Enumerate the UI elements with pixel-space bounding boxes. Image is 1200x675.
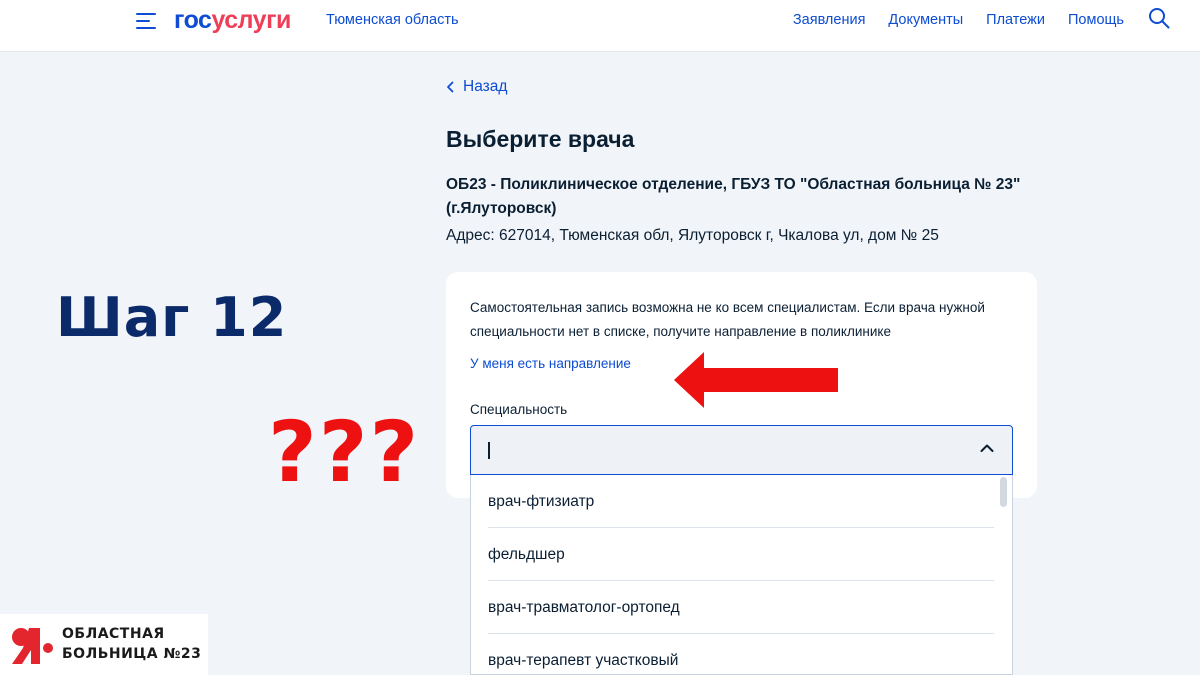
back-link[interactable]: Назад [446,78,507,96]
step-caption: Шаг 12 [56,286,288,349]
nav-item-help[interactable]: Помощь [1068,11,1124,29]
info-text: Самостоятельная запись возможна не ко вс… [470,300,985,339]
logo-part-uslugi: услуги [211,6,291,34]
chevron-up-icon[interactable] [980,443,994,453]
text-caret [488,442,490,459]
dropdown-scrollbar[interactable] [1000,477,1007,507]
gosuslugi-logo[interactable]: госуслуги [174,4,291,36]
page-title: Выберите врача [446,126,635,152]
hospital-logo-icon [12,628,53,664]
hospital-badge: ОБЛАСТНАЯ БОЛЬНИЦА №23 [0,614,208,675]
nav-item-documents[interactable]: Документы [888,11,963,29]
hospital-name-line2: БОЛЬНИЦА №23 [62,646,202,662]
chevron-left-icon [447,81,454,93]
back-link-label: Назад [463,78,508,95]
logo-part-gos: гос [174,6,212,34]
region-selector[interactable]: Тюменская область [326,11,459,29]
search-icon[interactable] [1148,7,1170,29]
dropdown-option[interactable]: врач-фтизиатр [488,475,994,528]
specialty-label: Специальность [470,402,568,417]
dropdown-option[interactable]: врач-терапевт участковый [488,634,994,674]
hospital-name: ОБЛАСТНАЯ БОЛЬНИЦА №23 [62,624,201,664]
organization-name: ОБ23 - Поликлиническое отделение, ГБУЗ Т… [446,176,1021,217]
question-marks: ??? [268,403,421,501]
hospital-name-line1: ОБЛАСТНАЯ [62,626,165,642]
top-nav: Заявления Документы Платежи Помощь [793,11,1124,29]
organization-address: Адрес: 627014, Тюменская обл, Ялуторовск… [446,227,939,244]
referral-link[interactable]: У меня есть направление [470,354,631,374]
top-header: госуслуги Тюменская область Заявления До… [0,0,1200,52]
menu-icon[interactable] [136,12,156,30]
nav-item-payments[interactable]: Платежи [986,11,1045,29]
dropdown-option[interactable]: врач-травматолог-ортопед [488,581,994,634]
dropdown-option[interactable]: фельдшер [488,528,994,581]
specialty-dropdown: врач-фтизиатр фельдшер врач-травматолог-… [470,475,1013,675]
specialty-input[interactable] [470,425,1013,475]
arrow-left-icon [674,352,838,408]
nav-item-applications[interactable]: Заявления [793,11,866,29]
